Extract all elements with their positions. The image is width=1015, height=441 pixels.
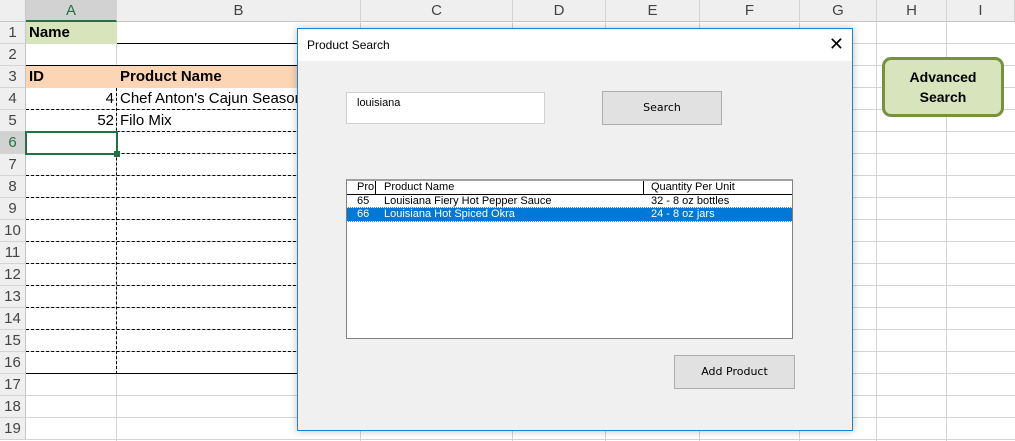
row-header-2[interactable]: 2	[0, 44, 26, 66]
row-header-19[interactable]: 19	[0, 418, 26, 440]
cell-b4[interactable]: Chef Anton's Cajun Seasoni	[117, 88, 307, 110]
cell-border	[26, 329, 306, 330]
cell-border	[26, 351, 306, 352]
product-search-dialog: Product Search ✕ louisiana Search Pro Pr…	[297, 28, 853, 431]
column-header-quantity[interactable]: Quantity Per Unit	[651, 181, 735, 193]
item-name: Louisiana Hot Spiced Okra	[384, 208, 515, 220]
dialog-title: Product Search	[307, 38, 390, 52]
row-header-5[interactable]: 5	[0, 110, 26, 132]
row-header-9[interactable]: 9	[0, 198, 26, 220]
search-input[interactable]: louisiana	[346, 92, 545, 124]
row-header-7[interactable]: 7	[0, 154, 26, 176]
row-header-4[interactable]: 4	[0, 88, 26, 110]
column-header-e[interactable]: E	[606, 0, 700, 22]
row-header-11[interactable]: 11	[0, 242, 26, 264]
row-header-16[interactable]: 16	[0, 352, 26, 374]
gridline	[26, 439, 1015, 440]
cell-a4[interactable]: 4	[26, 88, 117, 110]
column-header-d[interactable]: D	[513, 0, 606, 22]
row-header-12[interactable]: 12	[0, 264, 26, 286]
cell-border	[26, 373, 306, 374]
column-header-h[interactable]: H	[877, 0, 947, 22]
row-header-10[interactable]: 10	[0, 220, 26, 242]
column-header-g[interactable]: G	[800, 0, 877, 22]
row-header-18[interactable]: 18	[0, 396, 26, 418]
column-header-i[interactable]: I	[947, 0, 1015, 22]
cell-border	[26, 197, 306, 198]
row-header-1[interactable]: 1	[0, 22, 26, 44]
column-header-c[interactable]: C	[361, 0, 513, 22]
list-item[interactable]: 65 Louisiana Fiery Hot Pepper Sauce 32 -…	[347, 195, 792, 208]
column-header-b[interactable]: B	[117, 0, 361, 22]
column-header-id[interactable]: Pro	[357, 181, 375, 193]
cell-border	[26, 219, 306, 220]
cell-border	[26, 307, 306, 308]
add-product-button[interactable]: Add Product	[674, 355, 795, 389]
cell-border	[26, 175, 306, 176]
search-button[interactable]: Search	[602, 91, 722, 125]
active-cell-a6[interactable]	[25, 131, 118, 155]
fill-handle[interactable]	[114, 151, 120, 157]
dialog-title-bar: Product Search ✕	[298, 29, 852, 61]
column-header-a[interactable]: A	[26, 0, 117, 22]
row-header-15[interactable]: 15	[0, 330, 26, 352]
item-quantity: 32 - 8 oz bottles	[651, 195, 730, 207]
list-item-selected[interactable]: 66 Louisiana Hot Spiced Okra 24 - 8 oz j…	[346, 207, 793, 222]
select-all-corner[interactable]	[0, 0, 26, 22]
column-header-product-name[interactable]: Product Name	[384, 181, 454, 193]
row-header-6[interactable]: 6	[0, 132, 26, 154]
row-header-14[interactable]: 14	[0, 308, 26, 330]
cell-a1[interactable]: Name	[26, 22, 117, 44]
cell-border	[26, 285, 306, 286]
column-header-f[interactable]: F	[700, 0, 800, 22]
advanced-search-button[interactable]: Advanced Search	[882, 57, 1004, 117]
row-header-17[interactable]: 17	[0, 374, 26, 396]
cell-a3[interactable]: ID	[26, 66, 117, 88]
item-id: 65	[357, 195, 370, 207]
item-id: 66	[357, 208, 370, 220]
row-header-8[interactable]: 8	[0, 176, 26, 198]
row-header-3[interactable]: 3	[0, 66, 26, 88]
close-icon[interactable]: ✕	[829, 29, 844, 59]
item-name: Louisiana Fiery Hot Pepper Sauce	[384, 195, 552, 207]
gridline	[876, 22, 877, 441]
cell-a5[interactable]: 52	[26, 110, 117, 132]
results-listbox[interactable]: Pro Product Name Quantity Per Unit 65 Lo…	[346, 179, 793, 339]
cell-b3[interactable]: Product Name	[117, 66, 307, 88]
row-header-13[interactable]: 13	[0, 286, 26, 308]
cell-b5[interactable]: Filo Mix	[117, 110, 307, 132]
list-header: Pro Product Name Quantity Per Unit	[347, 181, 792, 195]
cell-border	[26, 241, 306, 242]
cell-border	[26, 263, 306, 264]
item-quantity: 24 - 8 oz jars	[651, 208, 715, 220]
